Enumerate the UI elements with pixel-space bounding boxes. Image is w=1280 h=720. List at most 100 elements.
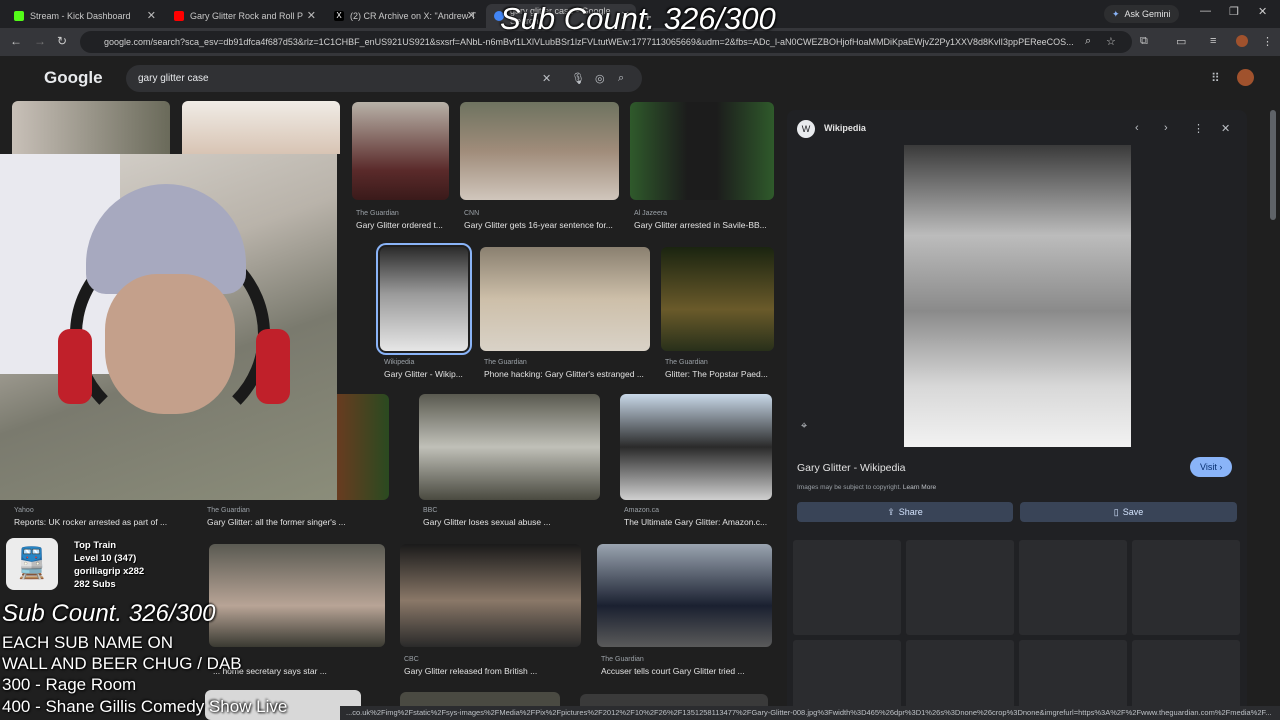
search-icon[interactable]: ⌕	[618, 72, 624, 85]
goal-line: WALL AND BEER CHUG / DAB	[2, 654, 242, 673]
result-caption[interactable]: Gary Glitter - Wikip...	[384, 369, 463, 379]
result-caption[interactable]: Gary Glitter: all the former singer's ..…	[207, 517, 346, 527]
result-caption[interactable]: Accuser tells court Gary Glitter tried .…	[601, 666, 745, 676]
related-thumb[interactable]	[1019, 540, 1127, 635]
preview-image[interactable]	[904, 145, 1131, 447]
result-caption[interactable]: Glitter: The Popstar Paed...	[665, 369, 768, 379]
search-icon[interactable]: ⌕	[1085, 35, 1091, 48]
result-image[interactable]	[661, 247, 774, 351]
result-image[interactable]	[182, 101, 340, 154]
goal-line: 400 - Shane Gillis Comedy Show Live	[2, 697, 288, 716]
result-caption[interactable]: The Ultimate Gary Glitter: Amazon.c...	[624, 517, 767, 527]
result-image[interactable]	[597, 544, 772, 647]
reload-icon[interactable]: ↻	[57, 34, 67, 48]
result-tile[interactable]: Amazon.ca The Ultimate Gary Glitter: Ama…	[620, 394, 772, 528]
result-tile-selected[interactable]: Wikipedia Gary Glitter - Wikip...	[376, 243, 472, 379]
media-icon[interactable]: ≡	[1210, 35, 1216, 47]
window-close-icon[interactable]: ✕	[1258, 5, 1267, 18]
headphone-cup	[58, 329, 92, 404]
panel-title[interactable]: Gary Glitter - Wikipedia	[797, 462, 906, 474]
result-image[interactable]	[376, 243, 472, 355]
panel-site-name[interactable]: Wikipedia	[824, 123, 866, 133]
profile-avatar[interactable]	[1236, 35, 1248, 47]
related-thumb[interactable]	[1132, 540, 1240, 635]
tab-label: (2) CR Archive on X: "Andrew T	[350, 11, 477, 21]
result-image[interactable]	[419, 394, 600, 500]
apps-grid-icon[interactable]: ⠿	[1211, 71, 1220, 85]
top-train-widget: 🚆 Top Train Level 10 (347) gorillagrip x…	[6, 538, 194, 600]
next-icon[interactable]: ›	[1164, 122, 1168, 134]
screen: Stream - Kick Dashboard ✕ Gary Glitter R…	[0, 0, 1280, 720]
result-source: Amazon.ca	[624, 507, 660, 514]
result-source: The Guardian	[484, 359, 527, 366]
close-icon[interactable]: ✕	[467, 9, 476, 22]
result-image[interactable]	[480, 247, 650, 351]
close-icon[interactable]: ✕	[1221, 122, 1230, 135]
url-text: google.com/search?sca_esv=db91dfca4f687d…	[104, 37, 1074, 47]
result-caption[interactable]: Gary Glitter loses sexual abuse ...	[423, 517, 551, 527]
related-thumb[interactable]	[1132, 640, 1240, 710]
result-tile[interactable]: CNN Gary Glitter gets 16-year sentence f…	[460, 102, 619, 234]
result-image[interactable]	[12, 101, 170, 154]
result-source: Wikipedia	[384, 359, 415, 366]
tab-youtube[interactable]: Gary Glitter Rock and Roll P ✕	[166, 4, 322, 28]
result-tile[interactable]: The Guardian Glitter: The Popstar Paed..…	[661, 247, 774, 379]
result-image[interactable]	[630, 102, 774, 200]
result-tile[interactable]: The Guardian Gary Glitter ordered t...	[352, 102, 449, 234]
result-image[interactable]	[352, 102, 449, 200]
share-label: Share	[898, 507, 923, 517]
result-caption[interactable]: Phone hacking: Gary Glitter's estranged …	[484, 369, 644, 379]
related-thumb[interactable]	[906, 640, 1014, 710]
result-caption[interactable]: Reports: UK rocker arrested as part of .…	[14, 517, 167, 527]
more-options-icon[interactable]: ⋮	[1193, 122, 1204, 135]
result-caption[interactable]: Gary Glitter gets 16-year sentence for..…	[464, 220, 613, 230]
back-icon[interactable]: ←	[10, 34, 22, 48]
search-input[interactable]: gary glitter case	[126, 65, 642, 92]
google-logo[interactable]: Google	[44, 68, 103, 88]
learn-more-link[interactable]: Learn More	[903, 484, 936, 491]
result-source: The Guardian	[207, 507, 250, 514]
result-tile[interactable]: Al Jazeera Gary Glitter arrested in Savi…	[630, 102, 774, 234]
share-button[interactable]: ⇪ Share	[797, 502, 1013, 522]
result-tile[interactable]: The Guardian Phone hacking: Gary Glitter…	[480, 247, 650, 379]
result-tile[interactable]: The Guardian Accuser tells court Gary Gl…	[597, 544, 772, 678]
result-tile[interactable]: BBC Gary Glitter loses sexual abuse ...	[419, 394, 600, 528]
clear-icon[interactable]: ✕	[542, 72, 551, 85]
tab-kick[interactable]: Stream - Kick Dashboard ✕	[6, 4, 162, 28]
bookmark-star-icon[interactable]: ☆	[1106, 35, 1116, 48]
menu-icon[interactable]: ⋮	[1262, 35, 1273, 48]
minimize-icon[interactable]: —	[1200, 5, 1211, 17]
ask-gemini-button[interactable]: ✦ Ask Gemini	[1104, 5, 1179, 23]
related-thumb[interactable]	[793, 640, 901, 710]
mic-icon[interactable]: 🎙	[571, 72, 585, 85]
lens-icon[interactable]: ◎	[595, 72, 605, 85]
result-caption[interactable]: Gary Glitter arrested in Savile-BB...	[634, 220, 767, 230]
result-caption[interactable]: Gary Glitter released from British ...	[404, 666, 537, 676]
related-thumb[interactable]	[793, 540, 901, 635]
previous-icon[interactable]: ‹	[1135, 122, 1139, 134]
result-image[interactable]	[209, 544, 385, 647]
gemini-label: Ask Gemini	[1124, 9, 1171, 19]
forward-icon[interactable]: →	[34, 34, 46, 48]
youtube-icon	[174, 11, 184, 21]
visit-button[interactable]: Visit ›	[1190, 457, 1233, 477]
related-thumb[interactable]	[1019, 640, 1127, 710]
save-button[interactable]: ▯ Save	[1020, 502, 1237, 522]
gemini-icon: ✦	[1112, 8, 1120, 19]
result-image[interactable]	[400, 544, 581, 647]
result-image[interactable]	[460, 102, 619, 200]
top-train-user: gorillagrip x282	[74, 566, 145, 577]
result-tile[interactable]: CBC Gary Glitter released from British .…	[400, 544, 581, 678]
scrollbar-thumb[interactable]	[1270, 110, 1276, 220]
tab-x[interactable]: X (2) CR Archive on X: "Andrew T ✕	[326, 4, 482, 28]
result-image[interactable]	[620, 394, 772, 500]
extensions-icon[interactable]: ⧉	[1140, 35, 1148, 48]
result-caption[interactable]: Gary Glitter ordered t...	[356, 220, 443, 230]
close-icon[interactable]: ✕	[147, 9, 156, 22]
close-icon[interactable]: ✕	[307, 9, 316, 22]
account-avatar[interactable]	[1237, 69, 1254, 86]
restore-icon[interactable]: ❐	[1229, 5, 1239, 18]
related-thumb[interactable]	[906, 540, 1014, 635]
lens-search-icon[interactable]: ⌖	[801, 420, 807, 433]
sidepanel-icon[interactable]: ▭	[1176, 35, 1186, 48]
